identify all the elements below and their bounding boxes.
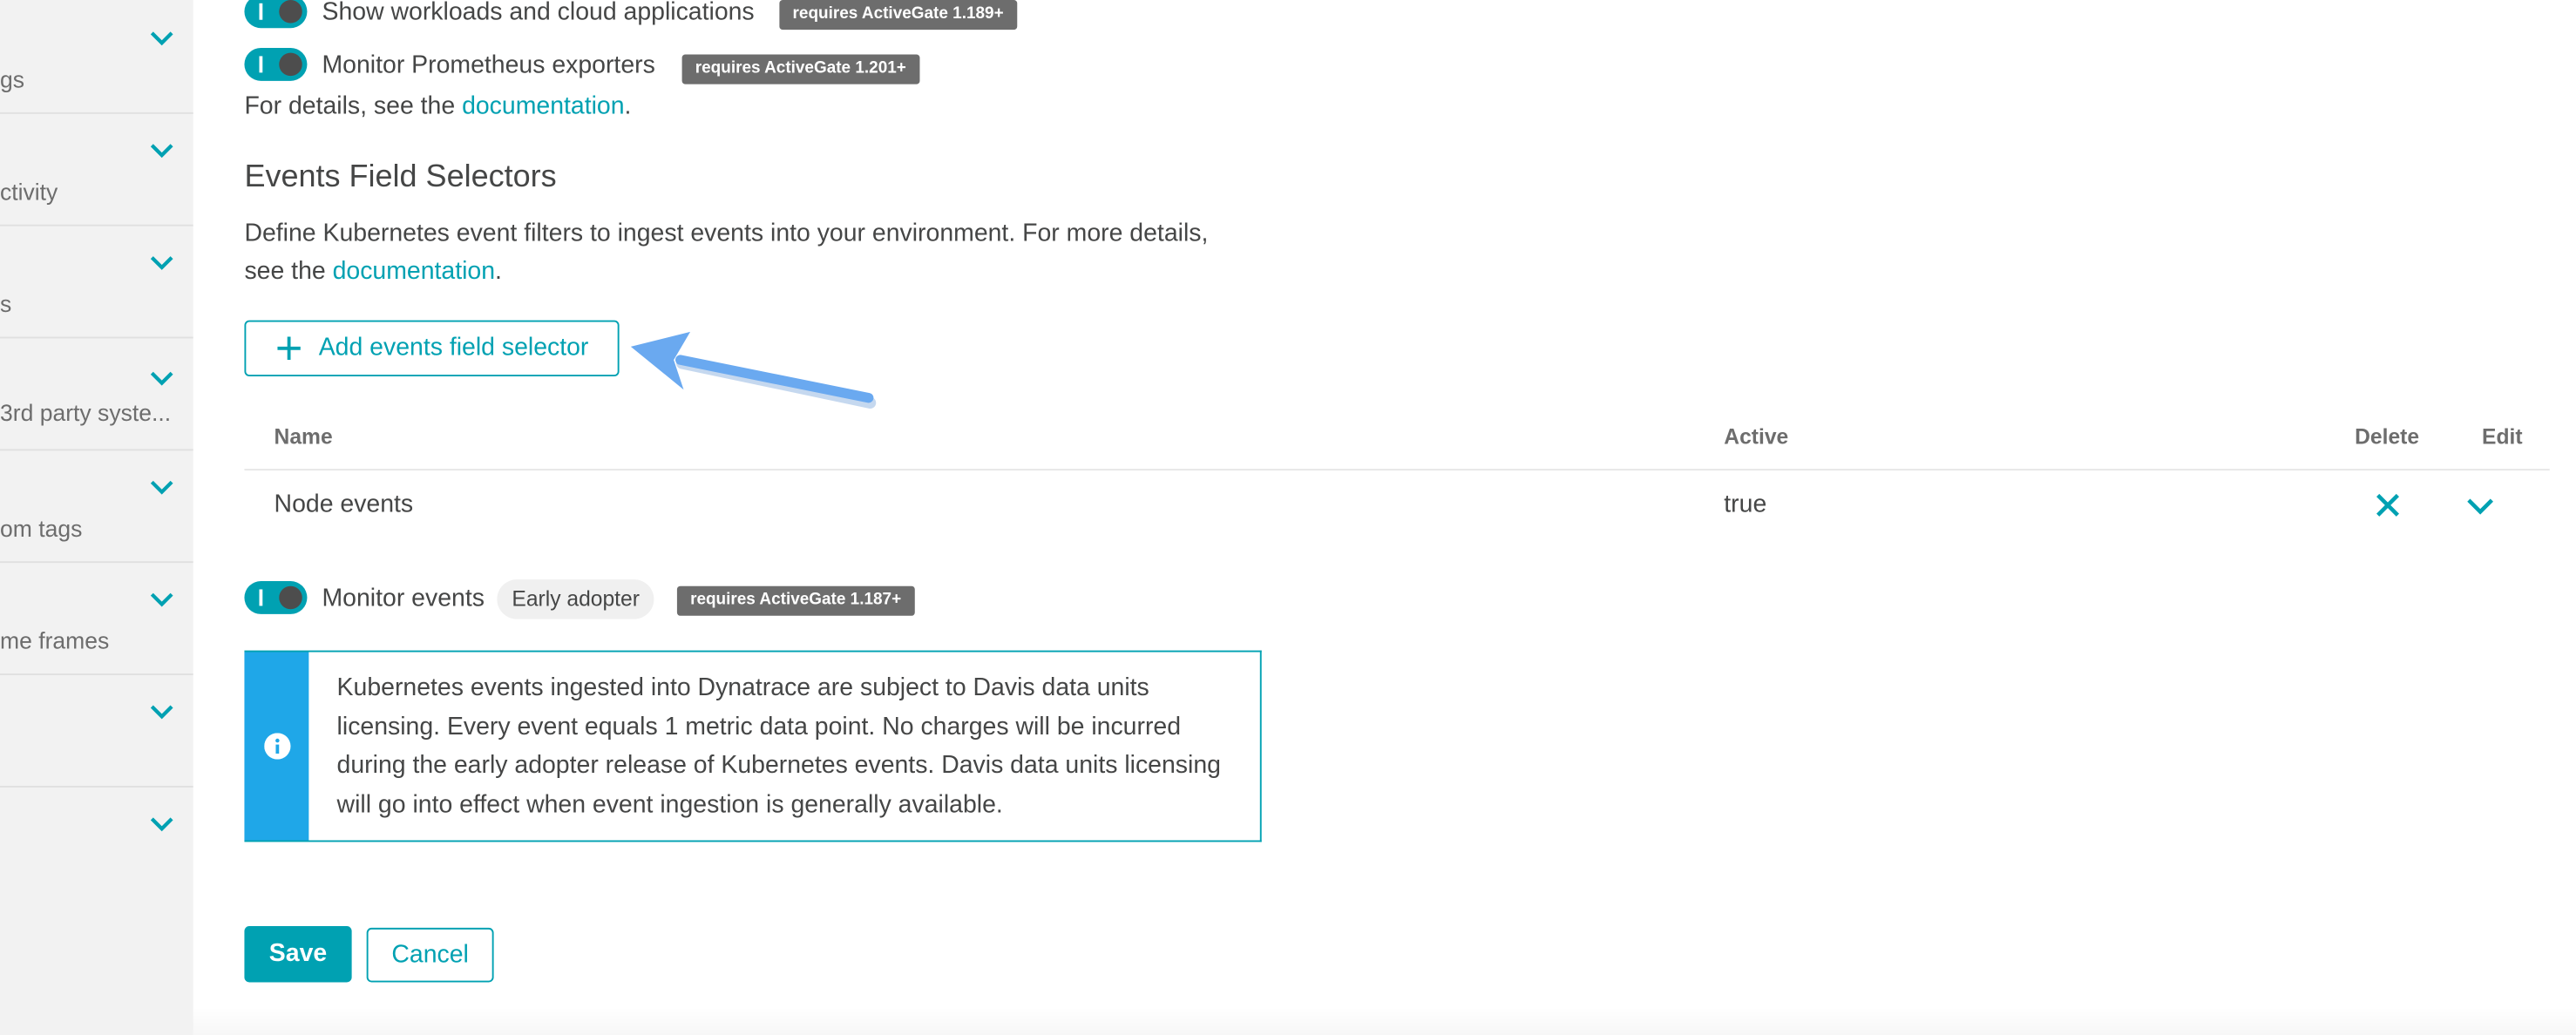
chevron-down-icon[interactable] <box>150 30 173 46</box>
toggle-knob <box>279 52 302 77</box>
toggle-on-mark <box>259 589 263 606</box>
prometheus-toggle[interactable] <box>244 47 308 81</box>
chevron-down-icon[interactable] <box>150 703 173 720</box>
add-events-field-selector-button[interactable]: Add events field selector <box>244 320 620 377</box>
activegate-badge: requires ActiveGate 1.189+ <box>779 0 1017 30</box>
column-header-edit: Edit <box>2482 423 2523 450</box>
toggle-knob <box>279 0 302 24</box>
chevron-down-icon[interactable] <box>150 479 173 496</box>
documentation-link[interactable]: documentation <box>462 92 624 120</box>
info-message-text: Kubernetes events ingested into Dynatrac… <box>336 673 1221 818</box>
info-icon <box>264 733 291 760</box>
info-message-box: Kubernetes events ingested into Dynatrac… <box>244 650 1262 842</box>
info-strip <box>244 652 309 841</box>
chevron-down-icon[interactable] <box>150 254 173 271</box>
sidebar: gs ctivity s 3rd party syste... om tags … <box>0 0 193 1035</box>
sidebar-item-label: gs <box>0 65 25 93</box>
toggle-on-mark <box>259 3 263 20</box>
annotation-arrow <box>630 331 877 409</box>
sidebar-item-1[interactable]: gs <box>0 0 193 114</box>
workloads-toggle[interactable] <box>244 0 308 29</box>
cancel-button[interactable]: Cancel <box>366 927 494 983</box>
activegate-badge: requires ActiveGate 1.201+ <box>681 54 920 85</box>
monitor-events-toggle[interactable] <box>244 581 308 614</box>
chevron-down-icon[interactable] <box>150 142 173 159</box>
sidebar-item-label: me frames <box>0 627 110 654</box>
chevron-down-icon[interactable] <box>150 369 173 386</box>
details-suffix: . <box>624 92 632 121</box>
description-prefix: see the <box>244 257 333 286</box>
plus-icon <box>277 336 301 361</box>
bottom-shade <box>193 1006 2576 1035</box>
sidebar-item-8[interactable] <box>0 786 193 885</box>
toggle-knob <box>279 585 302 610</box>
add-button-label: Add events field selector <box>318 333 589 362</box>
sidebar-item-label: s <box>0 290 12 317</box>
documentation-link[interactable]: documentation <box>333 258 495 286</box>
section-description-line2: see the documentation. <box>244 253 502 291</box>
section-description: Define Kubernetes event filters to inges… <box>244 220 1209 248</box>
description-suffix: . <box>495 257 502 286</box>
main-content: Show workloads and cloud applications re… <box>244 0 2576 1035</box>
workloads-label: Show workloads and cloud applications <box>322 0 755 27</box>
sidebar-item-3[interactable]: s <box>0 225 193 339</box>
sidebar-item-label: ctivity <box>0 178 58 205</box>
chevron-down-icon[interactable] <box>150 591 173 607</box>
table-divider <box>244 469 2550 471</box>
sidebar-item-6[interactable]: me frames <box>0 561 193 676</box>
early-adopter-tag: Early adopter <box>497 579 655 619</box>
prometheus-label: Monitor Prometheus exporters <box>322 51 655 79</box>
toggle-on-mark <box>259 56 263 73</box>
sidebar-item-7[interactable] <box>0 673 193 788</box>
sidebar-item-label: om tags <box>0 515 83 542</box>
sidebar-item-2[interactable]: ctivity <box>0 112 193 227</box>
row-name: Node events <box>274 490 414 518</box>
details-prefix: For details, see the <box>244 92 463 121</box>
chevron-down-icon[interactable] <box>150 815 173 832</box>
edit-chevron-down-icon[interactable] <box>2467 497 2494 515</box>
sidebar-item-label: 3rd party syste... <box>0 399 172 426</box>
section-title: Events Field Selectors <box>244 159 557 195</box>
sidebar-item-4[interactable]: 3rd party syste... <box>0 337 193 451</box>
column-header-active: Active <box>1724 423 1789 450</box>
column-header-name: Name <box>274 423 333 450</box>
row-active: true <box>1724 490 1767 518</box>
delete-x-icon[interactable] <box>2376 493 2400 518</box>
details-text: For details, see the documentation. <box>244 87 631 125</box>
settings-page: gs ctivity s 3rd party syste... om tags … <box>0 0 2576 1035</box>
sidebar-item-5[interactable]: om tags <box>0 449 193 564</box>
activegate-badge: requires ActiveGate 1.187+ <box>676 585 915 616</box>
save-button[interactable]: Save <box>244 926 352 983</box>
column-header-delete: Delete <box>2355 423 2420 450</box>
monitor-events-label: Monitor events <box>322 584 485 613</box>
